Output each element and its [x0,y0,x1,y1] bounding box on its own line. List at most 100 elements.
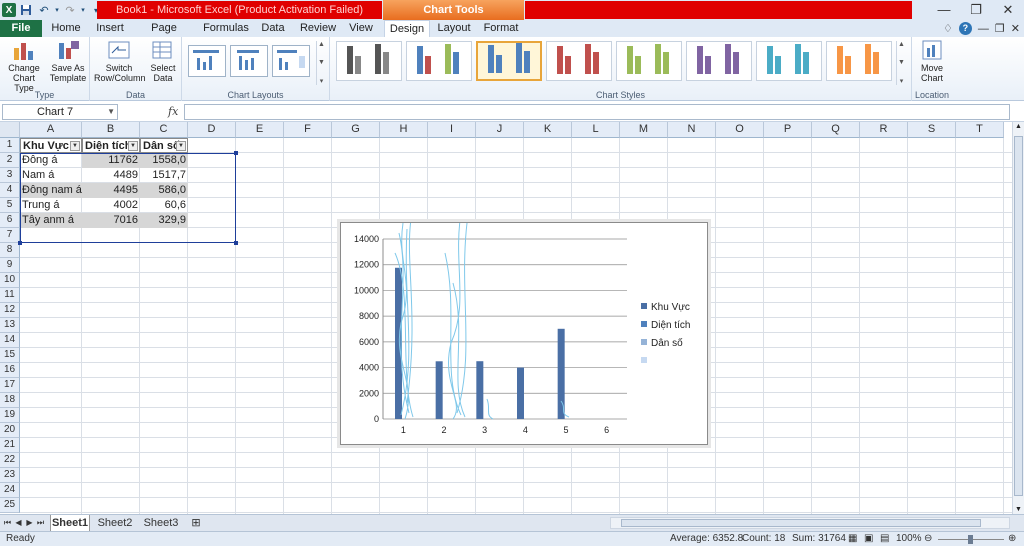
filter-dropdown-icon[interactable]: ▼ [128,141,138,151]
minimize-button[interactable]: — [928,0,960,20]
column-header-k[interactable]: K [524,122,572,138]
row-header-13[interactable]: 13 [0,318,20,333]
tab-insert[interactable]: Insert [92,20,128,37]
redo-dropdown-icon[interactable]: ▾ [80,2,86,18]
chart-style-4[interactable] [546,41,612,81]
range-handle[interactable] [234,151,238,155]
row-header-21[interactable]: 21 [0,438,20,453]
column-header-e[interactable]: E [236,122,284,138]
row-header-16[interactable]: 16 [0,363,20,378]
switch-row-column-button[interactable]: Switch Row/Column [94,39,146,83]
select-all-corner[interactable] [0,122,20,138]
column-header-o[interactable]: O [716,122,764,138]
tab-file[interactable]: File [0,20,42,37]
chart-style-7[interactable] [756,41,822,81]
column-header-f[interactable]: F [284,122,332,138]
row-header-7[interactable]: 7 [0,228,20,243]
row-header-11[interactable]: 11 [0,288,20,303]
zoom-slider-thumb[interactable] [968,535,973,544]
tab-formulas[interactable]: Formulas [202,20,250,37]
column-header-g[interactable]: G [332,122,380,138]
horizontal-scrollbar[interactable] [610,517,1010,529]
redo-icon[interactable]: ↷ [62,2,78,18]
chart-style-2[interactable] [406,41,472,81]
table-header-cell[interactable]: Diện tích ▼ [82,138,140,153]
column-header-i[interactable]: I [428,122,476,138]
filter-dropdown-icon[interactable]: ▼ [70,141,80,151]
row-header-22[interactable]: 22 [0,453,20,468]
tab-page-layout[interactable]: Page Layout [136,20,192,51]
row-header-8[interactable]: 8 [0,243,20,258]
range-handle[interactable] [18,241,22,245]
tab-home[interactable]: Home [48,20,84,37]
minimize-ribbon-icon[interactable]: ♢ [943,22,953,35]
name-box-dropdown-icon[interactable]: ▼ [107,105,115,119]
horizontal-scroll-thumb[interactable] [621,519,981,527]
chart-style-6[interactable] [686,41,752,81]
column-header-j[interactable]: J [476,122,524,138]
tab-view[interactable]: View [346,20,376,37]
row-header-9[interactable]: 9 [0,258,20,273]
chart-style-1[interactable] [336,41,402,81]
row-header-19[interactable]: 19 [0,408,20,423]
scroll-up-icon[interactable]: ▲ [1015,123,1022,130]
styles-gallery-scroll[interactable]: ▲ ▼ ▾ [896,41,906,85]
chart-style-8[interactable] [826,41,892,81]
sheet-tab-sheet1[interactable]: Sheet1 [50,515,90,531]
row-header-20[interactable]: 20 [0,423,20,438]
column-header-b[interactable]: B [82,122,140,138]
next-sheet-icon[interactable]: ▶ [25,517,34,529]
range-handle[interactable] [234,241,238,245]
sheet-tab-sheet3[interactable]: Sheet3 [140,515,182,531]
column-header-m[interactable]: M [620,122,668,138]
column-header-n[interactable]: N [668,122,716,138]
table-header-cell[interactable]: Khu Vực ▼ [20,138,82,153]
row-header-17[interactable]: 17 [0,378,20,393]
row-header-5[interactable]: 5 [0,198,20,213]
chart-layout-2[interactable] [230,45,268,77]
row-header-12[interactable]: 12 [0,303,20,318]
zoom-out-icon[interactable]: ⊖ [924,533,932,544]
chart-layout-1[interactable] [188,45,226,77]
table-header-cell[interactable]: Dân số ▼ [140,138,188,153]
workbook-minimize-icon[interactable]: — [978,23,989,35]
chart-object[interactable]: 0 2000 4000 6000 8000 10000 12000 14000 1 2 3 4 5 6 Kh… [340,222,708,445]
restore-button[interactable]: ❐ [960,0,992,20]
workbook-restore-icon[interactable]: ❐ [995,22,1005,35]
tab-layout[interactable]: Layout [436,20,472,37]
row-header-4[interactable]: 4 [0,183,20,198]
excel-logo-icon[interactable]: X [2,3,16,17]
column-header-t[interactable]: T [956,122,1004,138]
column-header-s[interactable]: S [908,122,956,138]
row-header-24[interactable]: 24 [0,483,20,498]
column-header-d[interactable]: D [188,122,236,138]
chart-layout-3[interactable] [272,45,310,77]
undo-icon[interactable]: ↶ [36,2,52,18]
column-header-h[interactable]: H [380,122,428,138]
close-button[interactable]: ✕ [992,0,1024,20]
first-sheet-icon[interactable]: ⏮ [3,517,12,529]
page-layout-view-icon[interactable]: ▣ [864,533,873,544]
save-icon[interactable] [18,2,34,18]
undo-dropdown-icon[interactable]: ▾ [54,2,60,18]
row-header-23[interactable]: 23 [0,468,20,483]
row-header-6[interactable]: 6 [0,213,20,228]
column-header-a[interactable]: A [20,122,82,138]
row-header-10[interactable]: 10 [0,273,20,288]
last-sheet-icon[interactable]: ⏭ [36,517,45,529]
row-header-2[interactable]: 2 [0,153,20,168]
vertical-scroll-thumb[interactable] [1014,136,1023,496]
vertical-scrollbar[interactable]: ▲ ▼ [1012,122,1024,514]
zoom-level[interactable]: 100% [896,533,922,544]
row-header-3[interactable]: 3 [0,168,20,183]
column-header-r[interactable]: R [860,122,908,138]
save-as-template-button[interactable]: Save As Template [48,39,88,83]
workbook-close-icon[interactable]: ✕ [1011,22,1020,35]
insert-function-icon[interactable]: fx [168,105,178,118]
page-break-view-icon[interactable]: ▤ [880,533,889,544]
change-chart-type-button[interactable]: Change Chart Type [3,39,45,93]
column-header-c[interactable]: C [140,122,188,138]
select-data-button[interactable]: Select Data [146,39,180,83]
scroll-down-icon[interactable]: ▼ [1015,506,1022,513]
chart-style-3[interactable] [476,41,542,81]
